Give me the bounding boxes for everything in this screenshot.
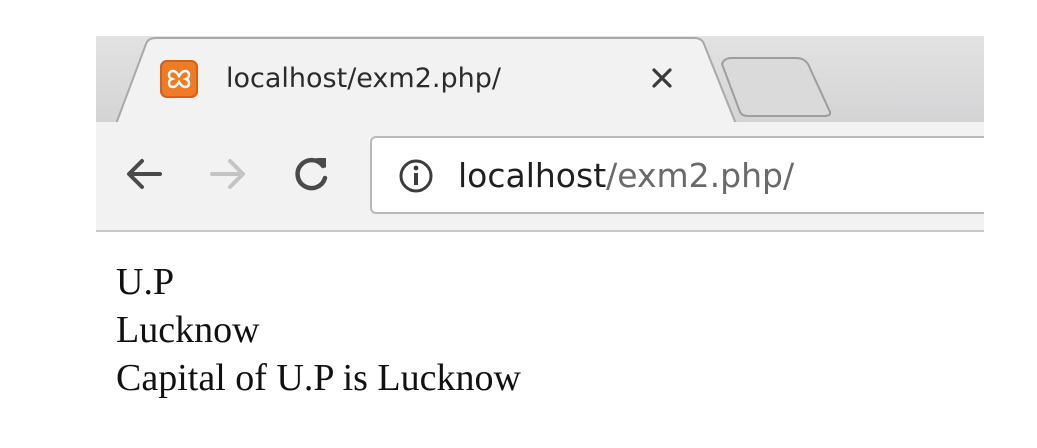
tab-title: localhost/exm2.php/	[226, 63, 501, 94]
address-bar[interactable]: localhost/exm2.php/	[370, 136, 984, 214]
arrow-left-icon	[127, 159, 162, 189]
close-icon	[652, 68, 672, 88]
url-path: /exm2.php/	[606, 156, 795, 195]
forward-button[interactable]	[202, 148, 254, 200]
browser-window: localhost/exm2.php/ localhost/exm2.php/ …	[96, 36, 984, 416]
arrow-right-icon	[210, 159, 245, 189]
output-line-state: U.P	[116, 261, 175, 303]
tab-strip: localhost/exm2.php/	[96, 36, 984, 125]
browser-toolbar: localhost/exm2.php/	[96, 122, 984, 232]
output-line-city: Lucknow	[116, 309, 260, 351]
info-icon[interactable]	[398, 158, 434, 194]
tab-close-button[interactable]	[642, 58, 682, 98]
new-tab-button[interactable]	[718, 54, 848, 118]
address-text[interactable]: localhost/exm2.php/	[458, 155, 794, 197]
output-line-sentence: Capital of U.P is Lucknow	[116, 357, 521, 399]
url-host: localhost	[458, 156, 607, 195]
reload-icon	[295, 157, 328, 191]
back-button[interactable]	[118, 148, 170, 200]
page-content: U.P Lucknow Capital of U.P is Lucknow	[116, 258, 521, 402]
reload-button[interactable]	[286, 148, 338, 200]
xampp-icon	[160, 60, 198, 98]
